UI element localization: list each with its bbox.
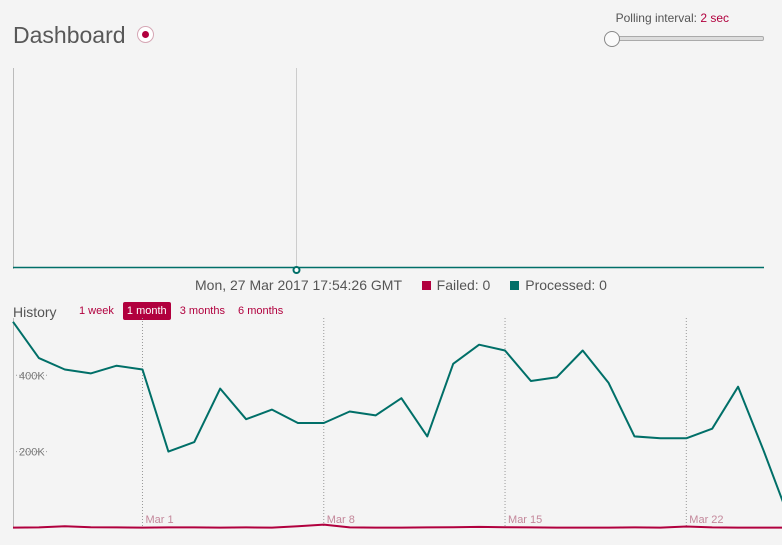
series-processed-line — [12, 321, 782, 503]
realtime-chart — [13, 68, 764, 274]
page-title: Dashboard — [13, 22, 126, 48]
x-tick-label: Mar 15 — [508, 514, 542, 526]
x-tick-label: Mar 1 — [145, 514, 173, 526]
polling-interval: Polling interval: 2 sec — [616, 11, 729, 25]
live-status-icon[interactable] — [137, 26, 154, 43]
y-tick-label: 200K — [19, 447, 45, 459]
history-chart: 400K 200K Mar 1 Mar 8 Mar 15 Mar 22 — [12, 318, 782, 529]
legend-processed: Processed: 0 — [510, 277, 607, 293]
legend-failed: Failed: 0 — [421, 277, 490, 293]
y-tick-label: 400K — [19, 370, 45, 382]
slider-thumb[interactable] — [604, 31, 620, 47]
dashboard-page: Dashboard Polling interval: 2 sec Mon, 2… — [0, 0, 782, 545]
x-tick-label: Mar 22 — [689, 514, 723, 526]
realtime-hover-point — [292, 266, 301, 274]
legend-timestamp: Mon, 27 Mar 2017 17:54:26 GMT — [195, 277, 402, 293]
processed-swatch-icon — [510, 281, 520, 290]
slider-track[interactable] — [610, 36, 764, 41]
realtime-legend: Mon, 27 Mar 2017 17:54:26 GMT Failed: 0 … — [195, 277, 607, 293]
polling-label: Polling interval: — [615, 11, 697, 25]
x-tick-label: Mar 8 — [327, 514, 355, 526]
polling-value: 2 sec — [700, 11, 729, 25]
polling-interval-slider[interactable] — [604, 31, 764, 47]
failed-swatch-icon — [421, 281, 431, 290]
series-failed-line — [12, 523, 782, 529]
